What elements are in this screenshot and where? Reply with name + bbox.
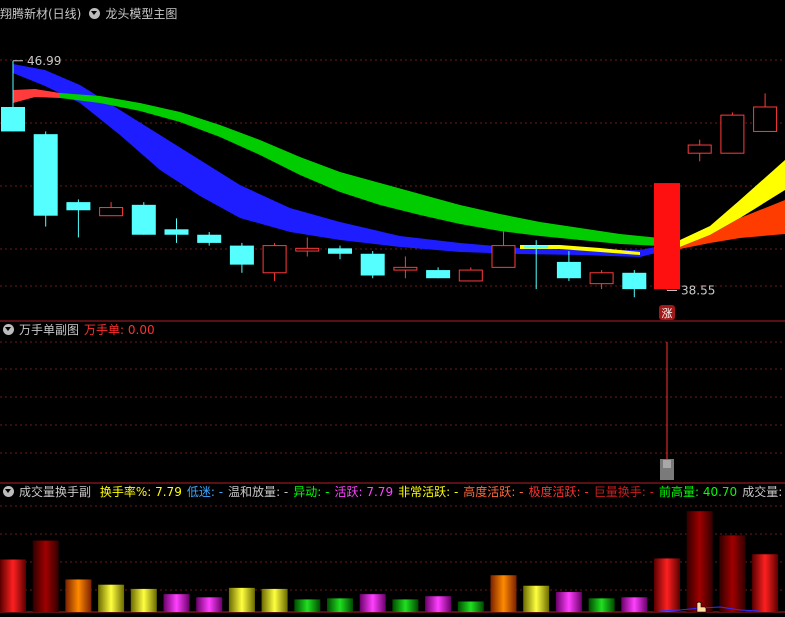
candle-body [295,247,320,252]
candle-body [1,106,25,132]
stat-value: - [283,485,289,499]
volume-bar [523,585,550,612]
rise-badge-text: 涨 [662,307,673,320]
volume-bar [359,594,386,612]
volume-bar [490,575,517,612]
volume-bar [98,584,125,612]
stat-10: 成交量: 13382 [742,485,783,499]
stat-7: 极度活跃: - [528,485,589,499]
candle-body [262,245,287,274]
stat-label: 活跃 [334,485,359,499]
candle-body [99,207,124,217]
candle-body [458,269,483,282]
volume-bar [392,599,419,612]
volume-bar [0,559,26,612]
stat-1: 低迷: - [186,485,224,499]
candle-body [622,272,647,290]
stat-2: 温和放量: - [228,485,289,499]
stat-value: - [649,485,654,499]
volume-bar [261,588,288,612]
volume-bar [65,579,92,612]
candle-body [491,245,516,268]
volume-bar [228,587,255,612]
sub1-title[interactable]: 万手单副图 [19,323,79,337]
stat-5: 非常活跃: - [398,485,459,499]
sub1-toggle-icon[interactable] [3,324,14,335]
candle-body [360,253,385,276]
low-label: 38.55 [681,283,715,297]
stat-label: 低迷 [186,485,211,499]
candle-body [687,144,712,154]
candle-body [426,270,451,279]
stat-value: - [584,485,589,499]
volume-bar [457,601,484,612]
stat-value: - [218,485,224,499]
indicator-toggle-icon[interactable] [89,8,101,19]
volume-bar [32,540,59,612]
stat-label: 温和放量 [228,485,277,499]
stat-0: 换手率%: 7.79 [99,485,182,499]
stat-8: 巨量换手: - [593,485,654,499]
candle-body [720,114,745,154]
sub1-value: 0.00 [127,323,155,337]
volume-bar [686,511,713,612]
candle-body [589,272,614,285]
stat-4: 活跃: 7.79 [334,485,394,499]
volume-bar [588,598,615,612]
stat-label: 换手率% [99,485,148,499]
stat-value: 7.79 [155,485,182,499]
candle-body [164,229,189,235]
candle-body [556,261,581,279]
stat-label: 极度活跃 [528,485,577,499]
stat-value: - [453,485,459,499]
wanshou-marker-top [663,460,671,468]
stat-label: 成交量 [742,485,779,499]
stat-label: 巨量换手 [593,485,642,499]
volume-bar [752,554,779,612]
sub1-header: 万手单副图 万手单: 0.00 [0,322,160,338]
candle-body [66,202,91,211]
stat-value: - [519,485,524,499]
candle-body [524,245,549,249]
candle-body [197,234,222,243]
stat-value: - [325,485,330,499]
stat-3: 异动: - [293,485,330,499]
high-label: 46.99 [27,54,61,68]
sub2-toggle-icon[interactable] [3,486,14,497]
volume-bar [719,535,746,612]
volume-bar [196,597,223,612]
candle-body [393,266,418,271]
sub1-label: 万手单 [84,323,121,337]
stat-label: 高度活跃 [463,485,512,499]
stat-value: 40.70 [702,485,738,499]
candle-body [33,134,58,216]
stat-value: 7.79 [366,485,394,499]
chart-canvas: 46.99 38.55 涨 [0,54,785,613]
volume-bar [294,599,321,612]
sub2-header: 成交量换手副 换手率%: 7.79 低迷: - 温和放量: - 异动: - 活跃: 7.… [0,484,785,500]
stat-label: 前高量 [658,485,695,499]
main-panel-header: 翔腾新材(日线) 龙头模型主图 [0,6,182,22]
candle-body [131,204,156,235]
volume-bar [425,596,452,612]
stock-title: 翔腾新材(日线) [0,7,82,21]
volume-bar [163,594,190,612]
candle-body [229,245,254,265]
sub2-title[interactable]: 成交量换手副 [19,485,91,499]
volume-bar [654,558,680,612]
volume-bar [621,597,648,612]
volume-bar [555,592,582,612]
stat-9: 前高量: 40.70 [658,485,738,499]
volume-bar [327,598,353,612]
candle-body [654,183,680,290]
candle-body [753,106,778,132]
stat-6: 高度活跃: - [463,485,524,499]
stat-label: 非常活跃 [398,485,447,499]
candle-body [328,248,352,254]
indicator-name[interactable]: 龙头模型主图 [105,7,177,21]
red-ribbon [13,89,60,103]
volume-bar [130,588,157,612]
stat-label: 异动 [293,485,318,499]
